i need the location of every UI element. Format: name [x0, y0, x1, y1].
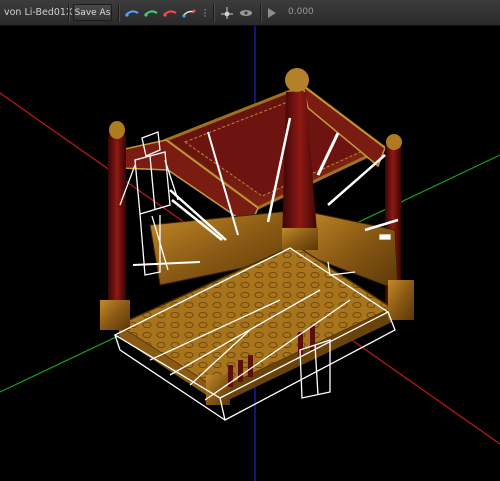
bed-post-finial	[109, 121, 125, 139]
scene	[0, 26, 500, 481]
toolbar-separator	[68, 4, 70, 22]
bed-post-collar	[282, 228, 318, 250]
axis-arrow-blue-icon[interactable]	[124, 6, 140, 20]
play-icon[interactable]	[268, 8, 276, 18]
dots-icon	[204, 9, 206, 17]
axis-arrow-red-icon[interactable]	[162, 6, 178, 20]
toolbar-separator	[260, 4, 262, 22]
bed-post-finial	[386, 134, 402, 150]
toolbar-separator	[213, 4, 215, 22]
3d-viewport[interactable]	[0, 26, 500, 481]
bed-post-base	[206, 375, 230, 405]
bed-post-base	[388, 280, 414, 320]
axis-arrow-green-icon[interactable]	[143, 6, 159, 20]
axis-arrow-multi-icon[interactable]	[181, 6, 197, 20]
view-center-icon[interactable]	[219, 6, 235, 20]
save-as-button[interactable]: Save As	[73, 4, 112, 21]
toolbar-separator	[118, 4, 120, 22]
bed-post-base	[100, 300, 130, 330]
time-value: 0.000	[288, 7, 314, 17]
eye-icon[interactable]	[238, 6, 254, 20]
bed-post-finial	[285, 68, 309, 92]
toolbar: von Li-Bed01XX.nif Save As 0.000	[0, 0, 500, 26]
